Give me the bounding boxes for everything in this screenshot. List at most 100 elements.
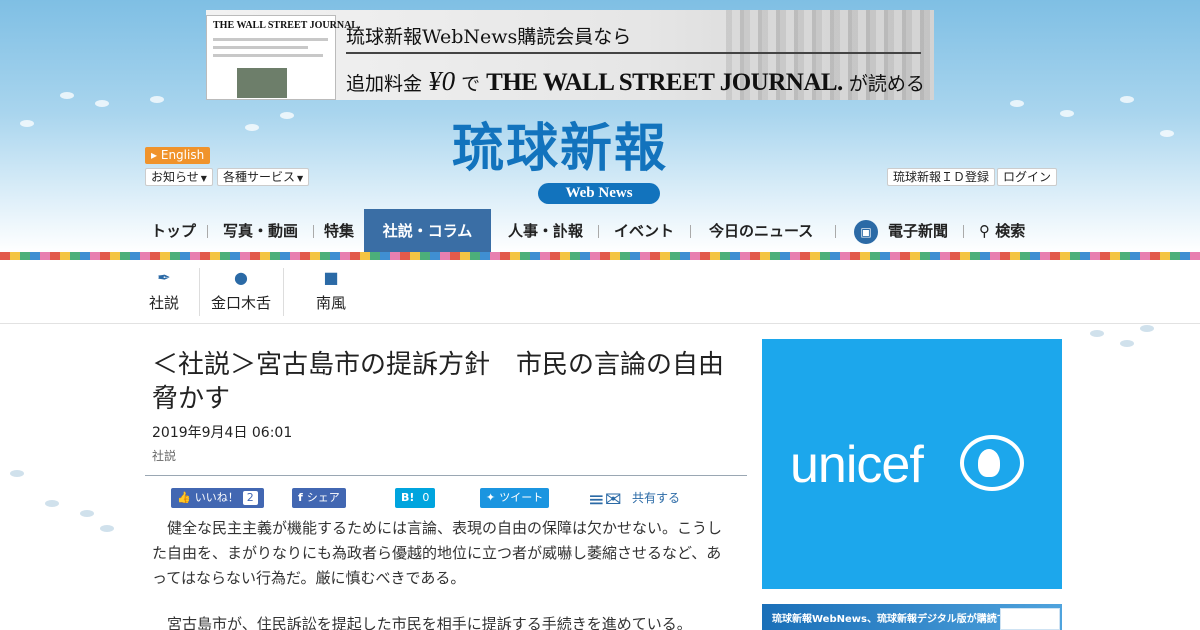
fish-decoration [20,120,34,127]
facebook-share-button[interactable]: f シェア [292,488,346,508]
nav-divider [598,225,599,238]
fish-decoration [280,112,294,119]
subnav-editorial[interactable]: ✒ 社説 [145,268,183,313]
facebook-like-count: 2 [242,491,258,505]
main-nav: トップ 写真・動画 特集 社説・コラム 人事・訃報 イベント 今日のニュース ▣… [145,209,1055,253]
fish-decoration [245,124,259,131]
caret-down-icon: ▼ [297,174,304,183]
unicef-ad[interactable]: unicef [762,339,1062,589]
speech-bubble-icon: ● [234,268,248,287]
hatena-count: 0 [422,491,430,504]
article-divider [145,475,747,476]
caret-down-icon: ▼ [200,174,207,183]
article-paragraph: 健全な民主主義が機能するためには言論、表現の自由の保障は欠かせない。こうした自由… [152,519,723,587]
device-screenshot-image [1000,608,1060,630]
english-label: English [160,148,205,162]
subnav-kinkuchi-label: 金口木舌 [210,294,271,312]
services-dropdown[interactable]: 各種サービス ▼ [217,168,310,186]
news-dropdown-label: お知らせ [151,170,199,184]
share-all-label: 共有する [632,491,681,505]
monitor-icon: ▣ [854,219,878,244]
share-all-button[interactable]: ≡✉ 共有する [588,486,681,511]
login-link[interactable]: ログイン [997,168,1058,186]
facebook-share-label: シェア [306,491,340,504]
message-icon: ■ [323,268,339,287]
article-category[interactable]: 社説 [152,447,176,464]
subnav-kinkuchi[interactable]: ● 金口木舌 [206,268,276,313]
unicef-emblem-icon [960,435,1024,491]
subnav-editorial-label: 社説 [148,294,179,312]
text-line [213,54,323,57]
unicef-logo-text: unicef [790,436,924,494]
fish-decoration [1090,330,1104,337]
fish-decoration [1010,100,1024,107]
tweet-button[interactable]: ✦ ツイート [480,488,550,508]
nav-photo-video[interactable]: 写真・動画 [223,209,298,253]
subnav-haebaru[interactable]: ■ 南風 [312,268,350,313]
fish-decoration [1060,110,1074,117]
ad-headline: 琉球新報WebNews購読会員なら [346,26,632,48]
fish-decoration [1140,325,1154,332]
text-line [213,46,308,49]
pen-icon: ✒ [157,268,171,287]
ad-de: で [461,73,481,95]
hatena-label: B! [401,491,415,504]
article-date: 2019年9月4日 06:01 [152,425,293,441]
ad-price: ¥0 [428,66,456,96]
fish-decoration [100,525,114,532]
services-dropdown-label: 各種サービス [223,170,296,184]
facebook-icon: f [298,491,303,504]
fish-decoration [150,96,164,103]
wsj-screenshot-image: THE WALL STREET JOURNAL. [206,15,360,100]
fish-decoration [10,470,24,477]
twitter-bird-icon: ✦ [486,491,496,504]
thumbs-up-icon: 👍 [177,491,191,504]
wsj-ad-banner[interactable]: THE WALL STREET JOURNAL. 琉球新報WebNews購読会員… [206,10,934,100]
nav-personnel-obituaries[interactable]: 人事・訃報 [508,209,583,253]
nav-divider [835,225,836,238]
nav-e-newspaper-label: 電子新聞 [888,222,949,240]
tweet-label: ツイート [499,491,544,504]
facebook-like-button[interactable]: 👍 いいね！ 2 [171,488,264,508]
subnav-haebaru-label: 南風 [315,294,346,312]
text-line [213,38,328,41]
nav-e-newspaper[interactable]: ▣ 電子新聞 [854,209,948,253]
nav-top[interactable]: トップ [151,209,196,253]
nav-divider [963,225,964,238]
ad-subline: 追加料金 ¥0 で THE WALL STREET JOURNAL. が読める [346,66,925,97]
envelope-icon: ≡✉ [588,486,622,511]
nav-events[interactable]: イベント [614,209,674,253]
ad-divider [346,52,921,54]
subnav-divider [283,268,284,316]
nav-editorial-column[interactable]: 社説・コラム [364,209,491,253]
site-logo[interactable]: 琉球新報 [452,118,668,180]
ryukyu-subscription-ad[interactable]: 琉球新報WebNews、琉球新報デジタル版が購読できる [762,604,1062,630]
english-link[interactable]: ▸ English [145,147,211,164]
hatena-bookmark-button[interactable]: B! 0 [395,488,436,508]
ryukyu-ad-text: 琉球新報WebNews、琉球新報デジタル版が購読できる [772,614,1027,625]
nav-divider [313,225,314,238]
nav-divider [207,225,208,238]
wsj-screenshot-title: THE WALL STREET JOURNAL. [213,20,361,31]
sub-nav: ✒ 社説 ● 金口木舌 ■ 南風 [0,260,1200,324]
facebook-like-label: いいね！ [194,491,239,504]
id-register-link[interactable]: 琉球新報ＩＤ登録 [887,168,996,186]
nav-search[interactable]: ⚲ 検索 [979,209,1025,253]
fish-decoration [1120,96,1134,103]
nav-features[interactable]: 特集 [324,209,354,253]
ad-suffix: が読める [848,73,925,95]
article-title: ＜社説＞宮古島市の提訴方針 市民の言論の自由脅かす [152,350,725,414]
nav-search-label: 検索 [995,222,1026,240]
site-logo-subtitle[interactable]: Web News [538,183,660,204]
fish-decoration [1120,340,1134,347]
nav-divider [690,225,691,238]
search-icon: ⚲ [979,222,990,240]
play-icon: ▸ [151,148,158,162]
fish-decoration [80,510,94,517]
nav-todays-news[interactable]: 今日のニュース [709,209,813,253]
news-photo [237,68,287,98]
decorative-pattern-strip [0,252,1200,260]
news-dropdown[interactable]: お知らせ ▼ [145,168,213,186]
ad-prefix: 追加料金 [346,73,423,95]
fish-decoration [1160,130,1174,137]
